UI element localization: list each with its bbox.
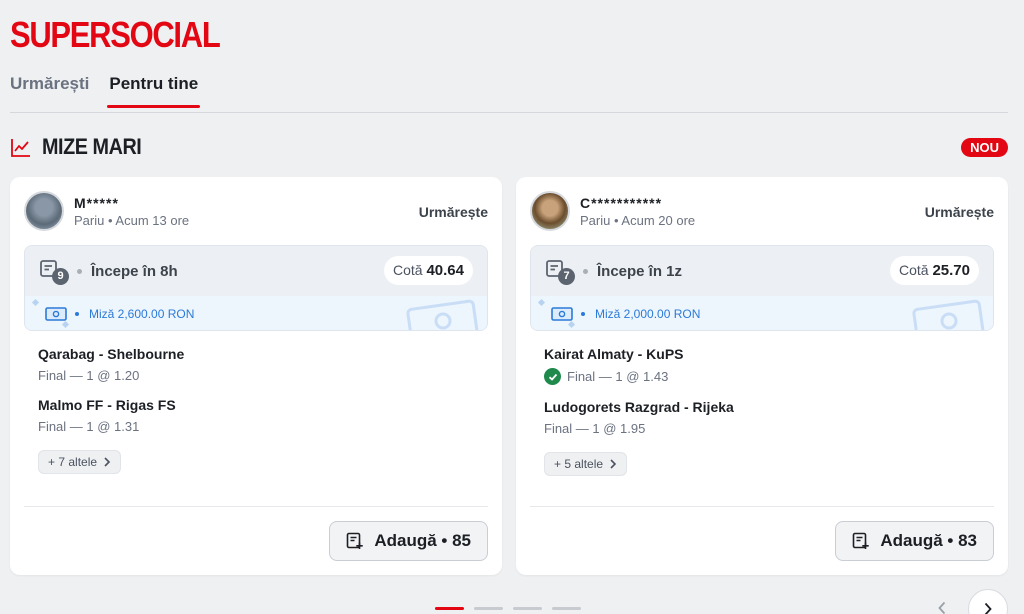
betslip-icon: 7 (545, 259, 575, 285)
check-circle-icon (544, 368, 561, 385)
match-name: Qarabag - Shelbourne (38, 346, 185, 362)
selections-list: Qarabag - Shelbourne Final — 1 @ 1.20 Ma… (38, 346, 184, 474)
bet-card[interactable]: M***** Pariu • Acum 13 ore Urmărește 9 Î… (10, 177, 502, 575)
start-time: Începe în 8h (91, 262, 178, 280)
money-watermark-icon (912, 299, 985, 330)
show-more-button[interactable]: + 7 altele (38, 450, 122, 474)
bet-type: Pariu (580, 212, 611, 228)
chevron-left-icon (938, 601, 946, 614)
odds-label: Cotă (898, 262, 929, 278)
bet-time: Acum 20 ore (621, 212, 696, 228)
bet-summary[interactable]: 7 Începe în 1z Cotă 25.70 Miză 2,000.00 … (530, 245, 994, 331)
match-pick: Final — 1 @ 1.95 (544, 421, 646, 436)
total-odds: Cotă 40.64 (383, 256, 473, 285)
trend-up-icon (11, 139, 30, 157)
new-badge: NOU (961, 138, 1008, 157)
user-name: M***** (74, 194, 119, 211)
match-name: Malmo FF - Rigas FS (38, 397, 176, 413)
match-pick: Final — 1 @ 1.20 (38, 368, 140, 383)
follow-button[interactable]: Urmărește (419, 204, 488, 220)
carousel-prev-button[interactable] (930, 596, 954, 614)
bet-summary[interactable]: 9 Începe în 8h Cotă 40.64 Miză 2,600.00 … (24, 245, 488, 331)
money-icon (45, 306, 67, 321)
carousel-pager (435, 607, 581, 610)
more-label: + 7 altele (48, 455, 98, 469)
bet-meta: Pariu • Acum 13 ore (74, 212, 190, 228)
avatar[interactable] (24, 191, 64, 231)
betslip-icon: 9 (39, 259, 69, 285)
avatar[interactable] (530, 191, 570, 231)
list-item[interactable]: Kairat Almaty - KuPS Final — 1 @ 1.43 (544, 346, 734, 385)
pager-dot[interactable] (552, 607, 581, 610)
brand-logo: SUPERSOCIAL (10, 14, 221, 55)
start-time: Începe în 1z (597, 262, 683, 280)
tabs-divider (10, 112, 1008, 113)
bet-meta: Pariu • Acum 20 ore (580, 212, 696, 228)
tab-following[interactable]: Urmărești (10, 74, 89, 108)
user-name: C*********** (580, 194, 663, 211)
pager-dot[interactable] (474, 607, 503, 610)
money-icon (551, 306, 573, 321)
tab-for-you[interactable]: Pentru tine (107, 74, 200, 108)
add-betslip-icon (347, 532, 364, 549)
bet-time: Acum 13 ore (115, 212, 190, 228)
pager-dot[interactable] (513, 607, 542, 610)
add-betslip-icon (853, 532, 870, 549)
selections-count: 9 (52, 268, 69, 285)
odds-value: 25.70 (932, 262, 970, 279)
bet-type: Pariu (74, 212, 105, 228)
selections-count: 7 (558, 268, 575, 285)
section-title: MIZE MARI (42, 134, 142, 159)
money-watermark-icon (406, 299, 479, 330)
match-name: Kairat Almaty - KuPS (544, 346, 684, 362)
add-to-betslip-button[interactable]: Adaugă • 83 (835, 521, 994, 561)
chevron-right-icon (610, 459, 617, 469)
total-odds: Cotă 25.70 (889, 256, 979, 285)
follow-button[interactable]: Urmărește (925, 204, 994, 220)
more-label: + 5 altele (554, 457, 604, 471)
add-label: Adaugă • 83 (880, 531, 977, 550)
odds-value: 40.64 (426, 262, 464, 279)
tab-bar: Urmărești Pentru tine (10, 74, 200, 108)
selections-list: Kairat Almaty - KuPS Final — 1 @ 1.43 Lu… (544, 346, 734, 476)
match-pick: Final — 1 @ 1.31 (38, 419, 140, 434)
bet-card[interactable]: C*********** Pariu • Acum 20 ore Urmăreș… (516, 177, 1008, 575)
chevron-right-icon (104, 457, 111, 467)
list-item[interactable]: Ludogorets Razgrad - Rijeka Final — 1 @ … (544, 399, 734, 436)
match-name: Ludogorets Razgrad - Rijeka (544, 399, 734, 415)
carousel-next-button[interactable] (968, 589, 1008, 614)
add-to-betslip-button[interactable]: Adaugă • 85 (329, 521, 488, 561)
bet-author[interactable]: C*********** Pariu • Acum 20 ore (530, 191, 695, 231)
section-header: MIZE MARI (10, 134, 152, 160)
odds-label: Cotă (392, 262, 423, 278)
show-more-button[interactable]: + 5 altele (544, 452, 628, 476)
pager-dot[interactable] (435, 607, 464, 610)
match-pick: Final — 1 @ 1.43 (567, 369, 669, 384)
chevron-right-icon (984, 602, 992, 614)
bet-author[interactable]: M***** Pariu • Acum 13 ore (24, 191, 189, 231)
stake-amount: Miză 2,600.00 RON (89, 306, 195, 321)
list-item[interactable]: Qarabag - Shelbourne Final — 1 @ 1.20 (38, 346, 184, 383)
stake-amount: Miză 2,000.00 RON (595, 306, 701, 321)
add-label: Adaugă • 85 (374, 531, 471, 550)
list-item[interactable]: Malmo FF - Rigas FS Final — 1 @ 1.31 (38, 397, 184, 434)
